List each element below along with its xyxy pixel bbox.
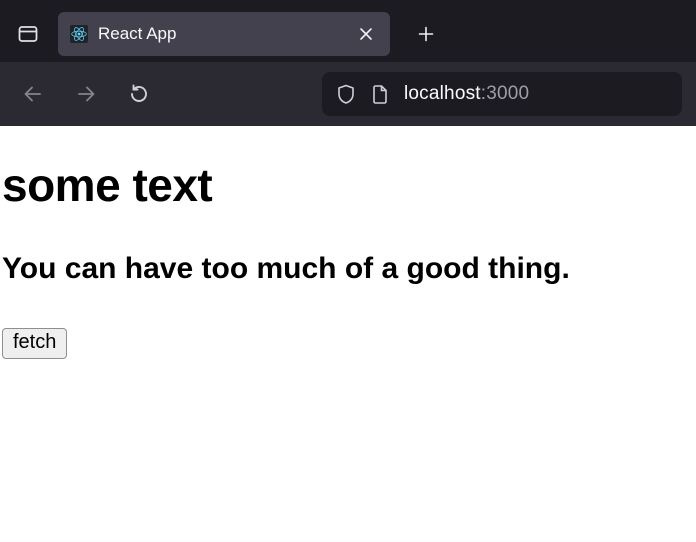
reload-button[interactable] <box>120 74 159 114</box>
plus-icon <box>418 26 434 42</box>
browser-tab[interactable]: React App <box>58 12 390 56</box>
close-tab-button[interactable] <box>352 20 380 48</box>
page-subheading: You can have too much of a good thing. <box>2 252 694 286</box>
react-favicon-icon <box>70 25 88 43</box>
forward-button[interactable] <box>67 74 106 114</box>
fetch-button[interactable]: fetch <box>2 328 67 359</box>
address-bar[interactable]: localhost:3000 <box>322 72 682 116</box>
page-content: some text You can have too much of a goo… <box>0 158 696 359</box>
page-heading: some text <box>2 158 694 212</box>
tracking-protection-icon[interactable] <box>336 83 356 105</box>
reload-icon <box>128 83 150 105</box>
close-icon <box>359 27 373 41</box>
sidebar-icon <box>17 23 39 45</box>
arrow-left-icon <box>22 83 44 105</box>
back-button[interactable] <box>14 74 53 114</box>
url-host: localhost <box>404 83 481 104</box>
new-tab-button[interactable] <box>406 14 446 54</box>
tab-title: React App <box>98 24 342 44</box>
sidebar-toggle-button[interactable] <box>8 14 48 54</box>
tab-strip: React App <box>0 0 696 62</box>
url-port: :3000 <box>481 83 530 104</box>
site-identity-icon[interactable] <box>370 83 390 105</box>
url-text: localhost:3000 <box>404 83 529 105</box>
arrow-right-icon <box>75 83 97 105</box>
browser-toolbar: localhost:3000 <box>0 62 696 126</box>
